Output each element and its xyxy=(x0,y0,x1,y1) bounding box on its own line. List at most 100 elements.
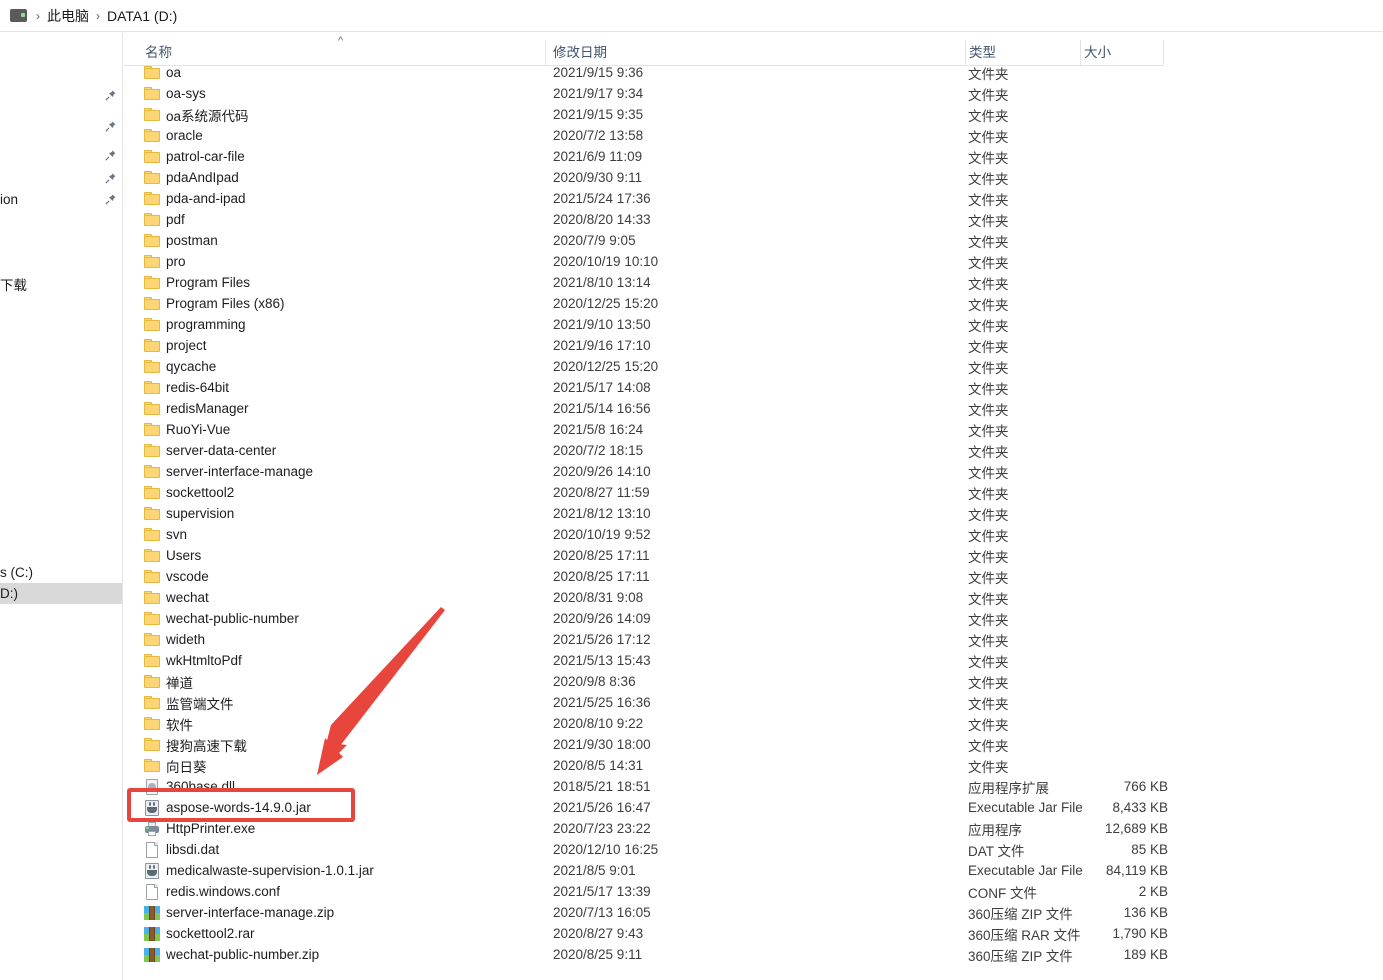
file-name-cell[interactable]: pda-and-ipad xyxy=(144,188,246,209)
file-name-cell[interactable]: aspose-words-14.9.0.jar xyxy=(144,797,311,818)
file-row[interactable]: pda-and-ipad 2021/5/24 17:36 文件夹 xyxy=(123,188,1383,209)
file-name-cell[interactable]: postman xyxy=(144,230,218,251)
file-name-cell[interactable]: supervision xyxy=(144,503,234,524)
file-row[interactable]: project 2021/9/16 17:10 文件夹 xyxy=(123,335,1383,356)
file-name-cell[interactable]: patrol-car-file xyxy=(144,146,245,167)
file-name-cell[interactable]: wechat xyxy=(144,587,209,608)
file-row[interactable]: sockettool2.rar 2020/8/27 9:43 360压缩 RAR 文… xyxy=(123,923,1383,944)
file-row[interactable]: vscode 2020/8/25 17:11 文件夹 xyxy=(123,566,1383,587)
file-name-cell[interactable]: vscode xyxy=(144,566,209,587)
file-row[interactable]: 搜狗高速下载 2021/9/30 18:00 文件夹 xyxy=(123,734,1383,755)
pin-icon[interactable] xyxy=(104,120,117,133)
file-row[interactable]: oa系统源代码 2021/9/15 9:35 文件夹 xyxy=(123,104,1383,125)
pin-icon[interactable] xyxy=(104,193,117,206)
file-row[interactable]: RuoYi-Vue 2021/5/8 16:24 文件夹 xyxy=(123,419,1383,440)
file-name-cell[interactable]: oa-sys xyxy=(144,83,206,104)
address-bar[interactable]: › 此电脑 › DATA1 (D:) xyxy=(0,0,1383,32)
file-row[interactable]: 软件 2020/8/10 9:22 文件夹 xyxy=(123,713,1383,734)
file-name-cell[interactable]: 360base.dll xyxy=(144,776,235,797)
file-row[interactable]: medicalwaste-supervision-1.0.1.jar 2021/8… xyxy=(123,860,1383,881)
pin-icon[interactable] xyxy=(104,172,117,185)
file-row[interactable]: HttpPrinter.exe 2020/7/23 23:22 应用程序 12,689… xyxy=(123,818,1383,839)
file-row[interactable]: Program Files (x86) 2020/12/25 15:20 文件夹 xyxy=(123,293,1383,314)
file-row[interactable]: server-interface-manage.zip 2020/7/13 16:… xyxy=(123,902,1383,923)
file-row[interactable]: sockettool2 2020/8/27 11:59 文件夹 xyxy=(123,482,1383,503)
file-name-cell[interactable]: oa系统源代码 xyxy=(144,104,249,125)
file-name-cell[interactable]: 禅道 xyxy=(144,671,193,692)
file-name-cell[interactable]: svn xyxy=(144,524,187,545)
file-row[interactable]: Program Files 2021/8/10 13:14 文件夹 xyxy=(123,272,1383,293)
file-name-cell[interactable]: 软件 xyxy=(144,713,193,734)
file-name-cell[interactable]: medicalwaste-supervision-1.0.1.jar xyxy=(144,860,374,881)
file-row[interactable]: oa-sys 2021/9/17 9:34 文件夹 xyxy=(123,83,1383,104)
file-name-cell[interactable]: oracle xyxy=(144,125,203,146)
nav-item-7-selected[interactable]: D:) xyxy=(0,583,122,604)
file-name-cell[interactable]: RuoYi-Vue xyxy=(144,419,230,440)
file-row[interactable]: pdaAndIpad 2020/9/30 9:11 文件夹 xyxy=(123,167,1383,188)
file-row[interactable]: pdf 2020/8/20 14:33 文件夹 xyxy=(123,209,1383,230)
file-row[interactable]: aspose-words-14.9.0.jar 2021/5/26 16:47 Ex… xyxy=(123,797,1383,818)
file-row[interactable]: 禅道 2020/9/8 8:36 文件夹 xyxy=(123,671,1383,692)
file-name-cell[interactable]: 监管端文件 xyxy=(144,692,234,713)
file-row[interactable]: 监管端文件 2021/5/25 16:36 文件夹 xyxy=(123,692,1383,713)
file-name-cell[interactable]: 向日葵 xyxy=(144,755,207,776)
nav-item-6[interactable]: s (C:) xyxy=(0,562,122,583)
file-row[interactable]: pro 2020/10/19 10:10 文件夹 xyxy=(123,251,1383,272)
file-row[interactable]: server-data-center 2020/7/2 18:15 文件夹 xyxy=(123,440,1383,461)
file-row[interactable]: patrol-car-file 2021/6/9 11:09 文件夹 xyxy=(123,146,1383,167)
file-name-cell[interactable]: 搜狗高速下载 xyxy=(144,734,247,755)
nav-item-0[interactable] xyxy=(0,85,122,106)
nav-item-3[interactable] xyxy=(0,168,122,189)
file-name-cell[interactable]: Program Files xyxy=(144,272,250,293)
file-row[interactable]: svn 2020/10/19 9:52 文件夹 xyxy=(123,524,1383,545)
file-name-cell[interactable]: programming xyxy=(144,314,246,335)
file-name-cell[interactable]: server-interface-manage xyxy=(144,461,313,482)
file-row[interactable]: redis.windows.conf 2021/5/17 13:39 CONF 文件… xyxy=(123,881,1383,902)
nav-item-4[interactable]: ion xyxy=(0,189,122,210)
file-name-cell[interactable]: wechat-public-number xyxy=(144,608,299,629)
file-name-cell[interactable]: oa xyxy=(144,62,181,83)
file-row[interactable]: wechat-public-number.zip 2020/8/25 9:11 36… xyxy=(123,944,1383,965)
file-row[interactable]: 向日葵 2020/8/5 14:31 文件夹 xyxy=(123,755,1383,776)
file-name-cell[interactable]: sockettool2 xyxy=(144,482,234,503)
file-name-cell[interactable]: server-interface-manage.zip xyxy=(144,902,334,923)
file-row[interactable]: wideth 2021/5/26 17:12 文件夹 xyxy=(123,629,1383,650)
file-name-cell[interactable]: HttpPrinter.exe xyxy=(144,818,255,839)
file-name-cell[interactable]: server-data-center xyxy=(144,440,276,461)
file-row[interactable]: redisManager 2021/5/14 16:56 文件夹 xyxy=(123,398,1383,419)
file-name-cell[interactable]: Program Files (x86) xyxy=(144,293,285,314)
file-row[interactable]: wechat-public-number 2020/9/26 14:09 文件夹 xyxy=(123,608,1383,629)
file-row[interactable]: postman 2020/7/9 9:05 文件夹 xyxy=(123,230,1383,251)
file-list[interactable]: oa 2021/9/15 9:36 文件夹 oa-sys 2021/9/17 9:34 文… xyxy=(123,62,1383,980)
file-name-cell[interactable]: pdaAndIpad xyxy=(144,167,239,188)
pin-icon[interactable] xyxy=(104,89,117,102)
file-name-cell[interactable]: qycache xyxy=(144,356,216,377)
file-name-cell[interactable]: sockettool2.rar xyxy=(144,923,255,944)
file-row[interactable]: 360base.dll 2018/5/21 18:51 应用程序扩展 766 KB xyxy=(123,776,1383,797)
file-name-cell[interactable]: project xyxy=(144,335,207,356)
file-name-cell[interactable]: redis-64bit xyxy=(144,377,229,398)
file-row[interactable]: Users 2020/8/25 17:11 文件夹 xyxy=(123,545,1383,566)
breadcrumb-item-data1-d[interactable]: DATA1 (D:) xyxy=(103,7,181,25)
pin-icon[interactable] xyxy=(104,149,117,162)
file-row[interactable]: wkHtmltoPdf 2021/5/13 15:43 文件夹 xyxy=(123,650,1383,671)
nav-item-5[interactable]: 下载 xyxy=(0,273,122,294)
file-row[interactable]: libsdi.dat 2020/12/10 16:25 DAT 文件 85 KB xyxy=(123,839,1383,860)
file-name-cell[interactable]: wechat-public-number.zip xyxy=(144,944,319,965)
file-row[interactable]: oa 2021/9/15 9:36 文件夹 xyxy=(123,62,1383,83)
breadcrumb-item-this-pc[interactable]: 此电脑 xyxy=(43,5,93,27)
nav-item-2[interactable] xyxy=(0,145,122,166)
file-row[interactable]: redis-64bit 2021/5/17 14:08 文件夹 xyxy=(123,377,1383,398)
file-row[interactable]: oracle 2020/7/2 13:58 文件夹 xyxy=(123,125,1383,146)
file-name-cell[interactable]: wkHtmltoPdf xyxy=(144,650,242,671)
file-row[interactable]: server-interface-manage 2020/9/26 14:10 文件… xyxy=(123,461,1383,482)
file-name-cell[interactable]: redisManager xyxy=(144,398,249,419)
file-row[interactable]: programming 2021/9/10 13:50 文件夹 xyxy=(123,314,1383,335)
file-name-cell[interactable]: redis.windows.conf xyxy=(144,881,280,902)
file-name-cell[interactable]: pdf xyxy=(144,209,185,230)
file-row[interactable]: qycache 2020/12/25 15:20 文件夹 xyxy=(123,356,1383,377)
file-name-cell[interactable]: wideth xyxy=(144,629,205,650)
file-name-cell[interactable]: pro xyxy=(144,251,186,272)
file-name-cell[interactable]: libsdi.dat xyxy=(144,839,219,860)
file-name-cell[interactable]: Users xyxy=(144,545,201,566)
